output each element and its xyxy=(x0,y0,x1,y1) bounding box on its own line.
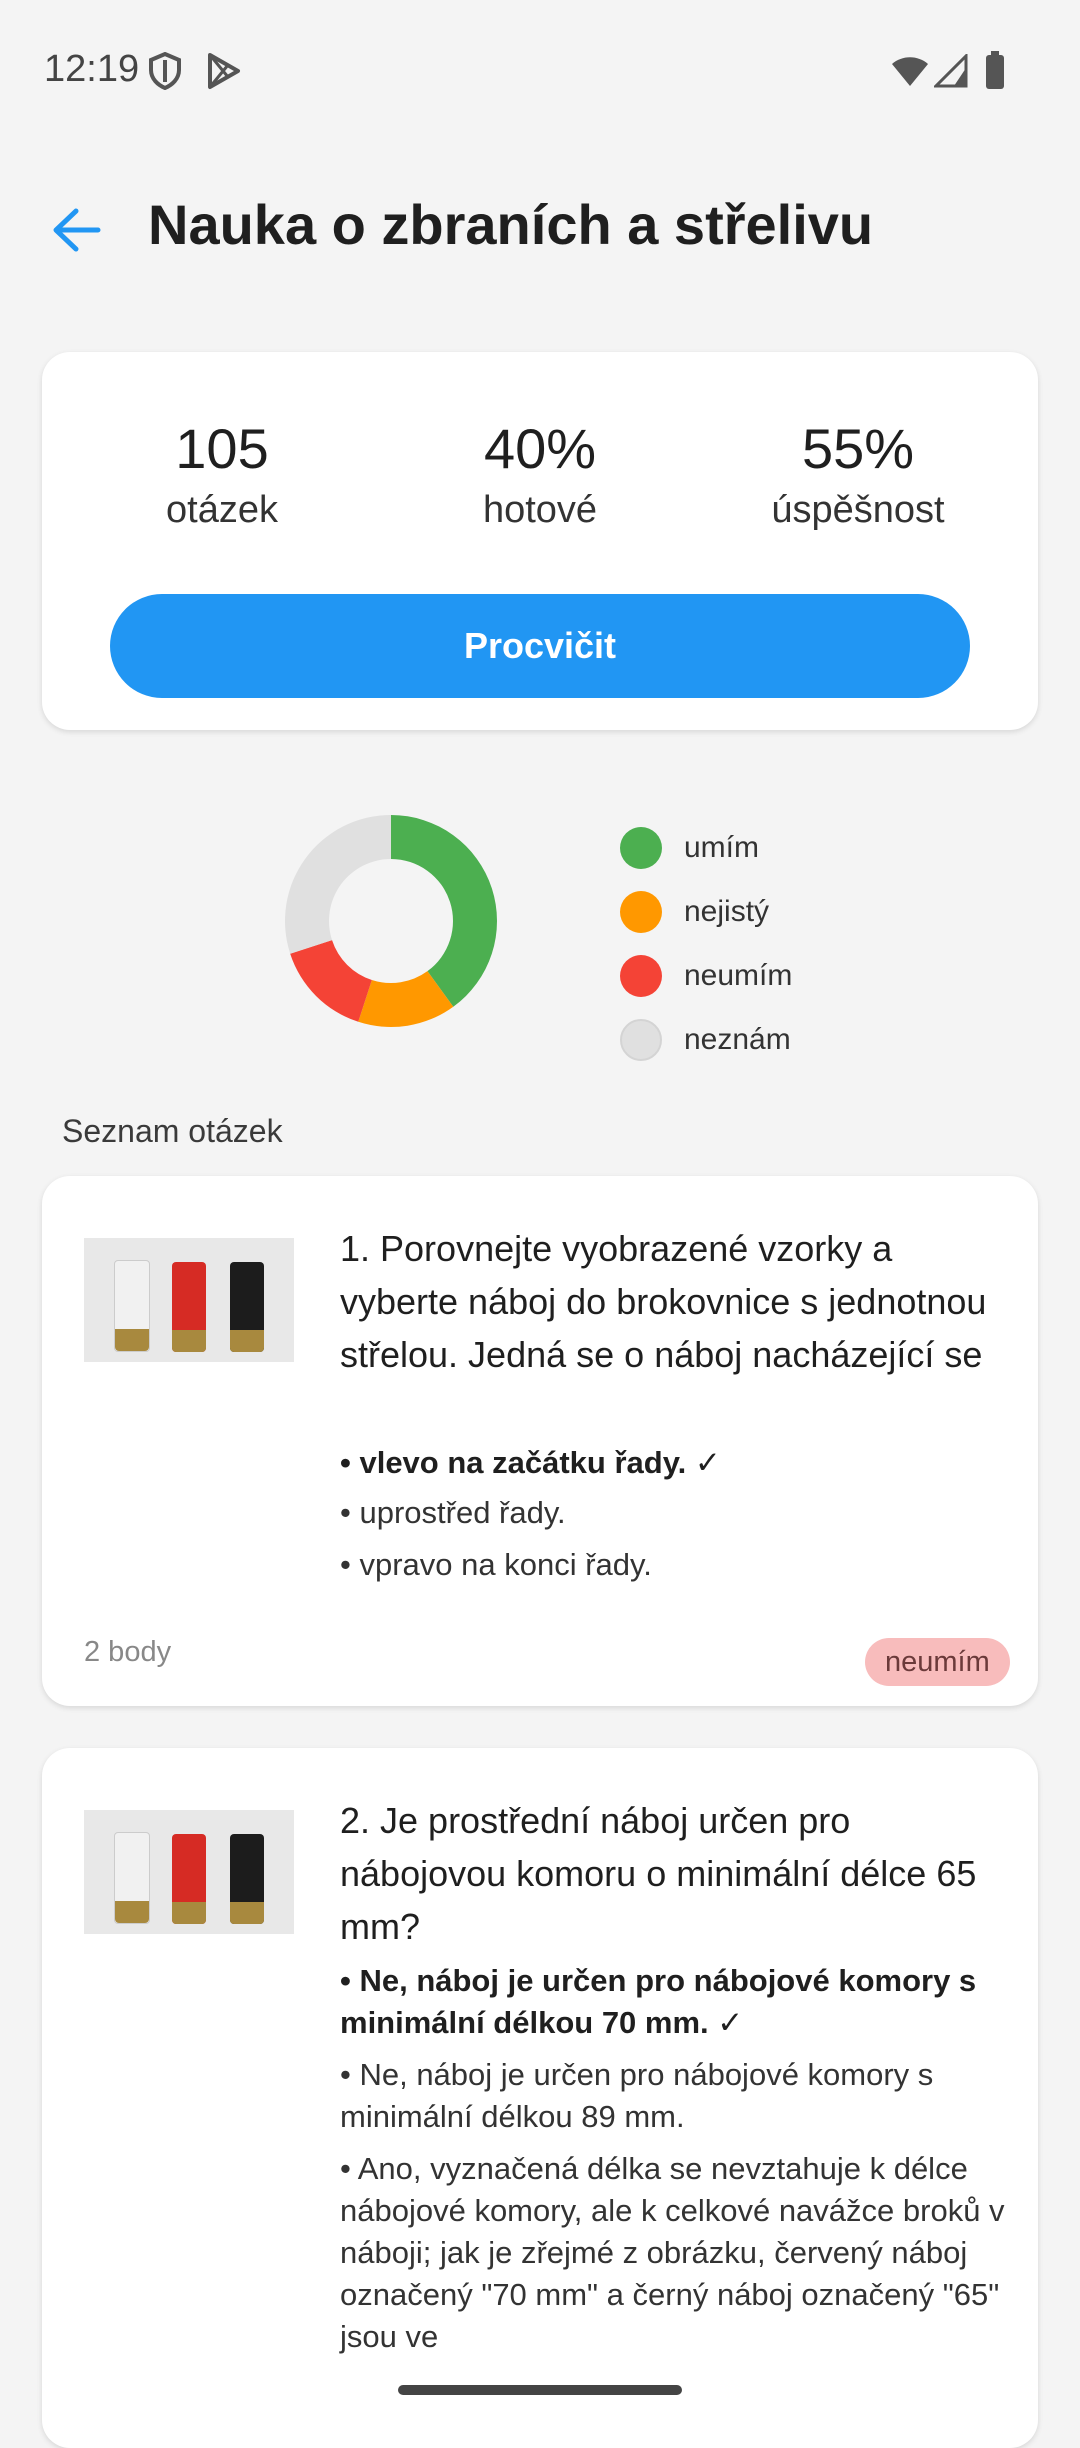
page-title: Nauka o zbraních a střelivu xyxy=(148,193,874,256)
answer-option: • Ne, náboj je určen pro nábojové komory… xyxy=(340,2057,934,2134)
stat-value: 105 xyxy=(175,417,269,480)
stat-done: 40% hotové xyxy=(390,416,690,532)
stat-value: 40% xyxy=(483,417,597,480)
answer-correct: • vlevo na začátku řady. ✓ xyxy=(340,1445,721,1480)
wifi-icon xyxy=(892,57,928,86)
play-store-icon xyxy=(208,53,240,89)
question-card[interactable]: 2. Je prostřední náboj určen pro nábojov… xyxy=(42,1748,1038,2448)
shield-icon xyxy=(149,52,181,90)
legend-dot xyxy=(620,827,662,869)
donut-slice-3 xyxy=(285,815,391,954)
progress-donut-chart xyxy=(285,815,497,1027)
home-indicator xyxy=(398,2385,682,2395)
stat-value: 55% xyxy=(801,417,915,480)
app-bar: Nauka o zbraních a střelivu xyxy=(0,180,1080,280)
legend-item-neumim: neumím xyxy=(620,952,792,1000)
legend-item-neznam: neznám xyxy=(620,1016,791,1064)
donut-slice-0 xyxy=(391,815,497,1007)
legend-label: nejistý xyxy=(684,895,770,928)
stat-questions: 105 otázek xyxy=(72,416,372,532)
legend-item-umim: umím xyxy=(620,824,759,872)
signal-icon xyxy=(934,54,968,88)
stat-success: 55% úspěšnost xyxy=(708,416,1008,532)
question-text: 2. Je prostřední náboj určen pro nábojov… xyxy=(340,1800,977,1947)
stat-label: úspěšnost xyxy=(771,489,945,531)
answer-option: • uprostřed řady. xyxy=(340,1495,566,1530)
legend-dot xyxy=(620,1019,662,1061)
stats-card: 105 otázek 40% hotové 55% úspěšnost Proc… xyxy=(42,352,1038,730)
points-label: 2 body xyxy=(84,1636,172,1668)
question-thumbnail xyxy=(84,1238,294,1362)
donut-slice-2 xyxy=(290,940,372,1022)
answer-correct: • Ne, náboj je určen pro nábojové komory… xyxy=(340,1963,977,2040)
battery-icon xyxy=(986,51,1004,89)
legend-label: umím xyxy=(684,831,759,864)
legend-item-nejisty: nejistý xyxy=(620,888,769,936)
legend-label: neumím xyxy=(684,959,793,992)
arrow-back-icon[interactable] xyxy=(46,202,106,258)
status-badge: neumím xyxy=(865,1638,1010,1686)
question-text: 1. Porovnejte vyobrazené vzorky a vybert… xyxy=(340,1228,987,1375)
stat-label: hotové xyxy=(482,489,598,531)
legend-label: neznám xyxy=(684,1023,791,1056)
question-card[interactable]: 1. Porovnejte vyobrazené vzorky a vybert… xyxy=(42,1176,1038,1706)
status-time: 12:19 xyxy=(44,48,140,90)
legend-dot xyxy=(620,891,662,933)
stat-label: otázek xyxy=(166,489,278,531)
status-bar: 12:19 xyxy=(0,0,1080,140)
section-title: Seznam otázek xyxy=(62,1113,283,1149)
legend-dot xyxy=(620,955,662,997)
practice-button[interactable]: Procvičit xyxy=(110,594,970,698)
answer-option: • Ano, vyznačená délka se nevztahuje k d… xyxy=(340,2151,1005,2354)
answer-option: • vpravo na konci řady. xyxy=(340,1547,652,1582)
question-thumbnail xyxy=(84,1810,294,1934)
